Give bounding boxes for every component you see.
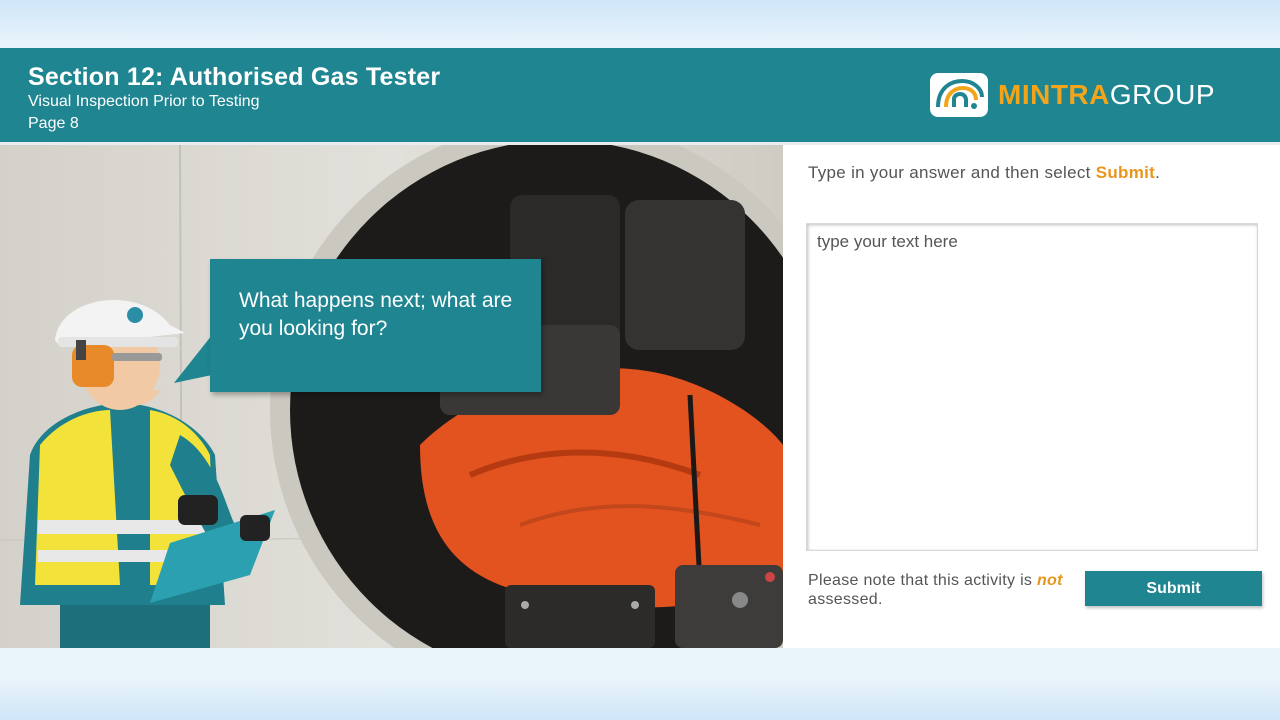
logo-word-group: GROUP: [1109, 79, 1216, 110]
instruction-highlight: Submit: [1095, 163, 1156, 182]
note-prefix: Please note that this activity is: [808, 572, 1033, 589]
instruction-prefix: Type in your answer and then select: [808, 163, 1091, 182]
logo-word-mintra: MINTRA: [998, 79, 1110, 110]
scene-illustration: What happens next; what are you looking …: [0, 145, 783, 648]
note-suffix: assessed.: [808, 591, 883, 608]
gas-tester-character: [20, 299, 275, 648]
header-bar: Section 12: Authorised Gas Tester Visual…: [0, 48, 1280, 145]
assessment-note: Please note that this activity is not as…: [808, 571, 1078, 609]
submit-button[interactable]: Submit: [1085, 571, 1262, 606]
instruction-text: Type in your answer and then select Subm…: [808, 163, 1248, 183]
answer-input[interactable]: [806, 223, 1258, 551]
section-subtitle: Visual Inspection Prior to Testing: [28, 93, 260, 110]
instruction-suffix: .: [1155, 163, 1161, 182]
note-emphasis: not: [1036, 572, 1063, 589]
answer-panel: Type in your answer and then select Subm…: [783, 145, 1280, 648]
mintra-logo: MINTRAGROUP: [930, 72, 1215, 118]
course-frame: Section 12: Authorised Gas Tester Visual…: [0, 48, 1280, 648]
page-number: Page 8: [28, 115, 79, 132]
mintra-logo-text: MINTRAGROUP: [998, 79, 1215, 111]
mintra-logo-icon: [930, 73, 988, 117]
section-title: Section 12: Authorised Gas Tester: [28, 63, 441, 91]
